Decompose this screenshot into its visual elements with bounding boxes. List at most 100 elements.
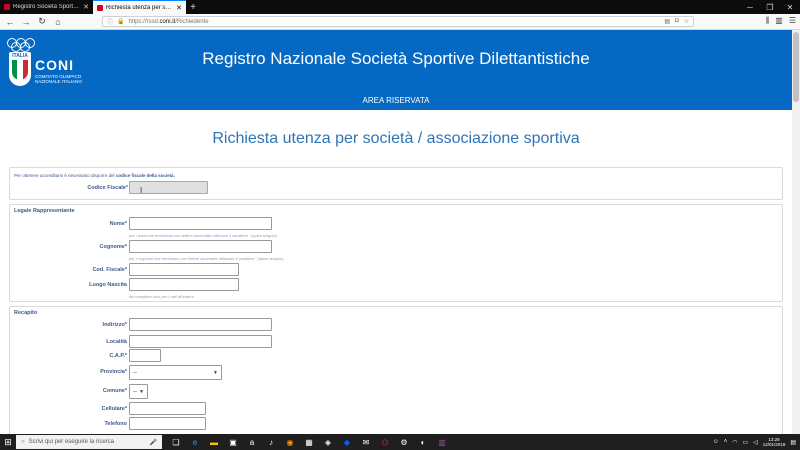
tab-close-icon[interactable]: ✕ <box>176 4 182 12</box>
photos-icon[interactable]: ▦ <box>303 436 315 448</box>
logo-subtitle: COMITATO OLIMPICO NAZIONALE ITALIANO <box>35 74 82 84</box>
coni-logo[interactable]: ITALIA CONI COMITATO OLIMPICO NAZIONALE … <box>7 38 97 108</box>
shield-label: ITALIA <box>12 53 28 59</box>
indirizzo-label: Indirizzo* <box>102 322 127 328</box>
file-explorer-icon[interactable]: ▬ <box>208 436 220 448</box>
close-window-icon[interactable]: ✕ <box>780 0 800 14</box>
scrollbar-thumb[interactable] <box>793 32 799 102</box>
telefono-label: Telefono <box>104 421 127 427</box>
localita-label: Località <box>106 339 127 345</box>
comune-label: Comune* <box>102 388 127 394</box>
chevron-up-icon[interactable]: ˄ <box>724 439 728 445</box>
codice-fiscale-label: Codice Fiscale* <box>87 185 128 191</box>
nome-hint: per i nomi che terminano con lettere acc… <box>129 233 277 238</box>
info-icon[interactable]: ⓘ <box>107 17 113 26</box>
game-icon[interactable]: ◐ <box>417 436 429 448</box>
tab-richiesta[interactable]: Richiesta utenza per società / asso ✕ <box>93 0 186 14</box>
browser-nav-bar: ← → ↻ ⌂ ⓘ 🔒 https://rssd.coni.it/Richied… <box>0 14 800 30</box>
lock-icon[interactable]: 🔒 <box>117 18 124 25</box>
windows-taskbar: ⊞ ○ Scrivi qui per eseguire la ricerca 🎤… <box>0 434 800 450</box>
minimize-icon[interactable]: ─ <box>740 0 760 14</box>
window-controls: ─ ❐ ✕ <box>740 0 800 14</box>
page-title: Richiesta utenza per società / associazi… <box>212 130 580 147</box>
taskbar-search[interactable]: ○ Scrivi qui per eseguire la ricerca 🎤 <box>16 435 162 449</box>
bookmark-star-icon[interactable]: ☆ <box>684 18 689 25</box>
url-text: https://rssd.coni.it/Richiedente <box>128 18 209 25</box>
page-scrollbar[interactable] <box>792 30 800 434</box>
amazon-icon[interactable]: a <box>246 436 258 448</box>
site-title: Registro Nazionale Società Sportive Dile… <box>202 49 590 68</box>
chevron-down-icon: ▼ <box>139 388 144 395</box>
battery-icon[interactable]: ▭ <box>743 439 749 446</box>
cognome-input[interactable] <box>129 240 272 253</box>
library-icon[interactable]: ⫼ <box>766 16 770 26</box>
nome-label: Nome* <box>109 221 127 227</box>
microphone-icon[interactable]: 🎤 <box>150 439 157 446</box>
winrar-icon[interactable]: ▥ <box>436 436 448 448</box>
cellulare-input[interactable] <box>129 402 206 415</box>
back-icon[interactable]: ← <box>4 16 16 28</box>
task-view-icon[interactable]: ❏ <box>170 436 182 448</box>
cod-fiscale-input[interactable] <box>129 263 239 276</box>
luogo-nascita-input[interactable] <box>129 278 239 291</box>
notifications-icon[interactable]: ▤ <box>790 439 796 446</box>
volume-icon[interactable]: ◁ <box>753 439 758 446</box>
clock[interactable]: 13:28 12/01/2018 <box>763 437 786 448</box>
pocket-icon[interactable]: ◘ <box>675 18 679 25</box>
tab-registro[interactable]: Registro Società Sportive ✕ <box>0 0 93 14</box>
mail-icon[interactable]: ✉ <box>360 436 372 448</box>
cellulare-label: Cellulare* <box>101 406 127 412</box>
search-placeholder: Scrivi qui per eseguire la ricerca <box>28 439 114 445</box>
recapito-section: Recapito Indirizzo* Località C.A.P.* Pro… <box>9 306 783 434</box>
indirizzo-input[interactable] <box>129 318 272 331</box>
maximize-icon[interactable]: ❐ <box>760 0 780 14</box>
home-icon[interactable]: ⌂ <box>52 16 64 28</box>
luogo-nascita-label: Luogo Nascita <box>89 282 127 288</box>
security-icon[interactable]: ◈ <box>322 436 334 448</box>
cap-label: C.A.P.* <box>109 353 127 359</box>
legale-legend: Legale Rappresentante <box>14 208 75 214</box>
edge-icon[interactable]: e <box>189 436 201 448</box>
logo-name: CONI <box>35 57 74 73</box>
tab-label: Registro Società Sportive <box>13 4 81 10</box>
wifi-icon[interactable]: ◠ <box>732 439 737 446</box>
dropbox-icon[interactable]: ◆ <box>341 436 353 448</box>
store-icon[interactable]: ▣ <box>227 436 239 448</box>
new-tab-button[interactable]: + <box>186 0 200 14</box>
codice-fiscale-section: Per ottenere accreditarsi è necessario d… <box>9 167 783 200</box>
url-bar[interactable]: ⓘ 🔒 https://rssd.coni.it/Richiedente ▤ ◘… <box>102 16 694 27</box>
telefono-input[interactable] <box>129 417 206 430</box>
acrobat-icon[interactable]: ⌬ <box>379 436 391 448</box>
menu-icon[interactable]: ☰ <box>789 16 796 26</box>
provincia-label: Provincia* <box>100 369 127 375</box>
cognome-hint: per i cognomi che terminano con lettere … <box>129 256 284 261</box>
comune-value: -- <box>133 388 137 395</box>
comune-select[interactable]: -- ▼ <box>129 384 148 399</box>
music-icon[interactable]: ♪ <box>265 436 277 448</box>
person-icon[interactable]: ☺ <box>713 439 719 445</box>
steam-icon[interactable]: ⚙ <box>398 436 410 448</box>
forward-icon[interactable]: → <box>20 16 32 28</box>
search-icon: ○ <box>21 439 25 445</box>
provincia-select[interactable]: -- ▼ <box>129 365 222 380</box>
nome-input[interactable] <box>129 217 272 230</box>
intro-note: Per ottenere accreditarsi è necessario d… <box>14 173 175 178</box>
sidebar-icon[interactable]: ▥ <box>775 16 783 26</box>
localita-input[interactable] <box>129 335 272 348</box>
firefox-icon[interactable]: ◉ <box>284 436 296 448</box>
site-header: ITALIA CONI COMITATO OLIMPICO NAZIONALE … <box>0 30 792 110</box>
coni-favicon-icon <box>97 4 103 11</box>
toolbar-right: ⫼ ▥ ☰ <box>766 16 796 26</box>
reader-view-icon[interactable]: ▤ <box>664 18 670 25</box>
reload-icon[interactable]: ↻ <box>36 16 48 28</box>
clock-date: 12/01/2018 <box>762 442 786 447</box>
cod-fiscale-label: Cod. Fiscale* <box>92 267 127 273</box>
tab-close-icon[interactable]: ✕ <box>83 3 89 11</box>
windows-start-icon[interactable]: ⊞ <box>0 434 16 450</box>
text-cursor-icon: I <box>140 186 143 195</box>
page-content: Richiesta utenza per società / associazi… <box>0 110 792 434</box>
browser-tab-bar: Registro Società Sportive ✕ Richiesta ut… <box>0 0 800 14</box>
system-tray: ☺ ˄ ◠ ▭ ◁ 13:28 12/01/2018 ▤ <box>713 437 800 448</box>
cap-input[interactable] <box>129 349 161 362</box>
olympic-rings-icon <box>7 38 37 52</box>
